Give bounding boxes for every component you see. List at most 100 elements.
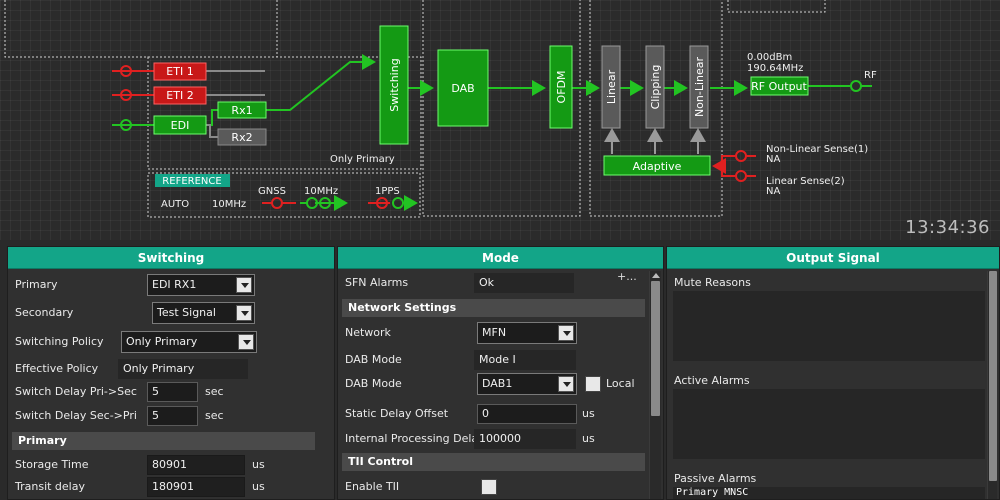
local-checkbox[interactable] [585,376,601,392]
internal-delay-value: 100000 [474,429,576,449]
edi-label: EDI [171,119,190,132]
effective-label: Effective Policy [15,362,99,375]
delay-pri-label: Switch Delay Pri->Sec [15,385,137,398]
network-select[interactable]: MFN [477,322,577,344]
storage-unit: us [252,458,265,471]
network-label: Network [345,326,391,339]
effective-row: Effective Policy Only Primary [8,358,334,380]
gnss-label: GNSS [258,186,286,197]
active-alarms-list[interactable] [673,389,985,459]
sense1-value: NA [766,154,780,165]
network-row: Network MFN [338,322,663,344]
primary-section-header: Primary [12,432,315,450]
secondary-select[interactable]: Test Signal [152,302,255,324]
dabmode2-label: DAB Mode [345,377,402,390]
eti1-label: ETI 1 [166,65,193,78]
adaptive-label: Adaptive [633,160,682,173]
switching-label: Switching [388,58,401,111]
policy-select-value: Only Primary [126,335,198,348]
mode-panel-title: Mode [338,247,663,269]
delay-pri-unit: sec [205,385,224,398]
dabmode2-row: DAB Mode DAB1 Local [338,373,663,395]
mode-panel: Mode +... SFN Alarms Ok Network Settings… [337,246,664,500]
chevron-down-icon[interactable] [236,277,252,293]
storage-value: 80901 [147,455,245,475]
output-scrollbar[interactable] [987,271,997,499]
frequency-readout: 190.64MHz [747,63,803,74]
chevron-down-icon[interactable] [558,376,574,392]
dabmode-value: Mode I [474,350,576,370]
only-primary-label: Only Primary [330,154,395,165]
passive-alarms-list[interactable]: Primary MNSC [673,487,985,499]
reference-mode: AUTO [161,199,189,210]
storage-row: Storage Time 80901 us [8,454,334,476]
primary-row: Primary EDI RX1 [8,274,334,296]
switching-panel-title: Switching [8,247,334,269]
dabmode-label: DAB Mode [345,353,402,366]
output-signal-panel: Output Signal Mute Reasons Active Alarms… [666,246,1000,500]
delay-sec-label: Switch Delay Sec->Pri [15,409,137,422]
delay-sec-input[interactable]: 5 [147,406,198,426]
policy-row: Switching Policy Only Primary [8,331,334,353]
delay-sec-row: Switch Delay Sec->Pri 5 sec [8,405,334,427]
tenmhz-label: 10MHz [304,186,338,197]
secondary-select-value: Test Signal [157,306,216,319]
scroll-up-icon[interactable] [652,273,660,278]
sense2-value: NA [766,186,780,197]
reference-freq: 10MHz [212,199,246,210]
mode-scrollbar[interactable] [649,271,661,499]
dab-label: DAB [451,82,474,95]
clipping-label: Clipping [649,65,662,110]
linear-label: Linear [605,69,618,104]
output-panel-title: Output Signal [667,247,999,269]
chevron-down-icon[interactable] [236,305,252,321]
dabmode2-select[interactable]: DAB1 [477,373,577,395]
sfn-value: Ok [474,273,574,293]
chevron-down-icon[interactable] [558,325,574,341]
network-select-value: MFN [482,326,507,339]
clock-display: 13:34:36 [905,217,990,238]
transit-label: Transit delay [15,480,85,493]
scrollbar-thumb[interactable] [989,271,997,481]
pps-label: 1PPS [375,186,400,197]
internal-delay-unit: us [582,432,595,445]
static-delay-input[interactable]: 0 [477,404,577,424]
delay-sec-unit: sec [205,409,224,422]
secondary-row: Secondary Test Signal [8,302,334,324]
internal-delay-row: Internal Processing Delay 100000 us [338,428,663,450]
nonlinear-label: Non-Linear [693,56,706,117]
switching-panel: Switching Primary EDI RX1 Secondary Test… [7,246,335,500]
enable-tii-row: Enable TII [338,476,663,498]
static-delay-unit: us [582,407,595,420]
chevron-down-icon[interactable] [238,334,254,350]
local-label: Local [606,377,635,390]
enable-tii-checkbox[interactable] [481,479,497,495]
network-settings-header: Network Settings [342,299,645,317]
primary-label: Primary [15,278,58,291]
delay-pri-row: Switch Delay Pri->Sec 5 sec [8,381,334,403]
diagram-canvas: ETI 1 ETI 2 EDI Rx1 Rx2 Switching Only P… [4,0,877,218]
primary-select[interactable]: EDI RX1 [147,274,255,296]
static-delay-label: Static Delay Offset [345,407,449,420]
scrollbar-thumb[interactable] [651,281,660,416]
mute-reasons-list[interactable] [673,291,985,361]
storage-label: Storage Time [15,458,89,471]
sfn-label: SFN Alarms [345,276,409,289]
passive-alarm-item: Primary MNSC [676,487,749,498]
static-delay-row: Static Delay Offset 0 us [338,403,663,425]
eti2-label: ETI 2 [166,89,193,102]
enable-tii-label: Enable TII [345,480,400,493]
primary-select-value: EDI RX1 [152,278,197,291]
rx2-label: Rx2 [231,131,252,144]
policy-select[interactable]: Only Primary [121,331,257,353]
transit-unit: us [252,480,265,493]
rf-label: RF [864,70,877,81]
transit-value: 180901 [147,477,245,497]
internal-delay-label: Internal Processing Delay [345,432,485,445]
effective-value: Only Primary [118,359,248,379]
reference-badge-label: REFERENCE [162,176,221,187]
tii-control-header: TII Control [342,453,645,471]
transit-row: Transit delay 180901 us [8,476,334,498]
rf-output-label: RF Output [751,80,807,93]
delay-pri-input[interactable]: 5 [147,382,198,402]
